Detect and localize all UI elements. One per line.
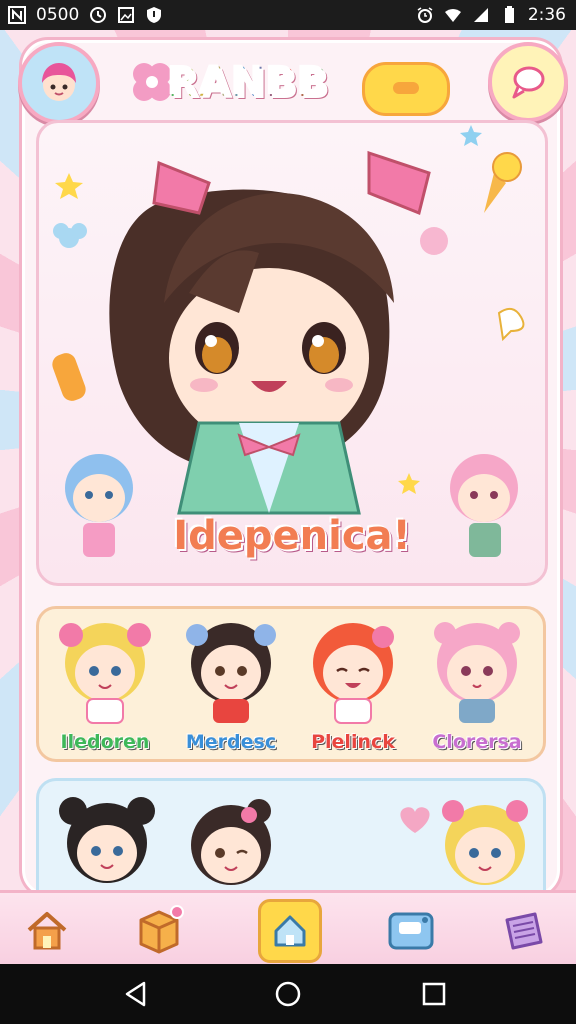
notification-n-icon: [8, 6, 26, 24]
character-row-2: [36, 778, 546, 901]
chat-bubble-icon: [512, 66, 545, 99]
house-active-icon: [274, 915, 306, 947]
character-portrait: [59, 623, 151, 724]
profile-avatar-button[interactable]: [18, 42, 100, 124]
status-bar: 0500 2:36: [0, 0, 576, 30]
system-nav-bar: [0, 964, 576, 1024]
character-name: Clorersa: [432, 731, 522, 753]
recents-icon[interactable]: [420, 980, 448, 1008]
character-portrait: [59, 797, 155, 883]
character-portrait: [434, 622, 520, 723]
character-card[interactable]: Iledoren: [49, 613, 161, 753]
featured-character-title: Idepenica!: [173, 513, 411, 559]
character-portrait: [186, 623, 276, 723]
image-icon: [118, 7, 135, 23]
gift-box-icon: [139, 905, 184, 954]
status-time: 2:36: [527, 5, 566, 25]
character-card[interactable]: Merdesc: [175, 613, 287, 753]
wifi-icon: [444, 9, 461, 22]
heart-icon: [400, 807, 430, 833]
nav-home[interactable]: [18, 901, 76, 959]
candy-icon: [393, 82, 419, 94]
app-logo: RANBB: [130, 52, 450, 118]
home-icon: [27, 912, 67, 950]
featured-character-card[interactable]: Idepenica!: [36, 120, 548, 586]
nav-gifts[interactable]: [130, 901, 188, 959]
signal-icon: [473, 8, 488, 22]
alarm-icon: [417, 7, 433, 23]
chat-button[interactable]: [488, 42, 568, 122]
bottom-nav: [0, 890, 576, 967]
nav-my-house[interactable]: [258, 899, 322, 963]
character-card[interactable]: [175, 791, 287, 893]
character-card[interactable]: Plelinck: [297, 613, 409, 753]
character-portrait: [313, 623, 394, 724]
logo-text: RANBB: [168, 60, 330, 106]
character-name: Merdesc: [185, 731, 277, 753]
character-card[interactable]: [429, 791, 541, 893]
character-name: Iledoren: [60, 731, 150, 753]
character-portrait: [442, 800, 528, 885]
girl-avatar-icon: [42, 63, 76, 101]
character-portrait: [191, 799, 271, 885]
battery-icon: [504, 6, 514, 23]
nav-camera[interactable]: [382, 901, 440, 959]
back-icon[interactable]: [122, 980, 150, 1008]
shield-icon: [147, 7, 162, 23]
camera-icon: [388, 912, 434, 950]
logo-badge: [362, 62, 450, 116]
nav-notes[interactable]: [494, 901, 552, 959]
character-row-1: Iledoren Merdesc Plelinck Clorersa: [36, 606, 546, 762]
home-circle-icon[interactable]: [274, 980, 302, 1008]
character-card[interactable]: Clorersa: [421, 613, 533, 753]
clock-icon: [90, 7, 107, 23]
character-card[interactable]: [51, 789, 163, 893]
status-left-text: 0500: [36, 5, 80, 25]
character-name: Plelinck: [311, 731, 395, 753]
notes-icon: [505, 912, 543, 950]
